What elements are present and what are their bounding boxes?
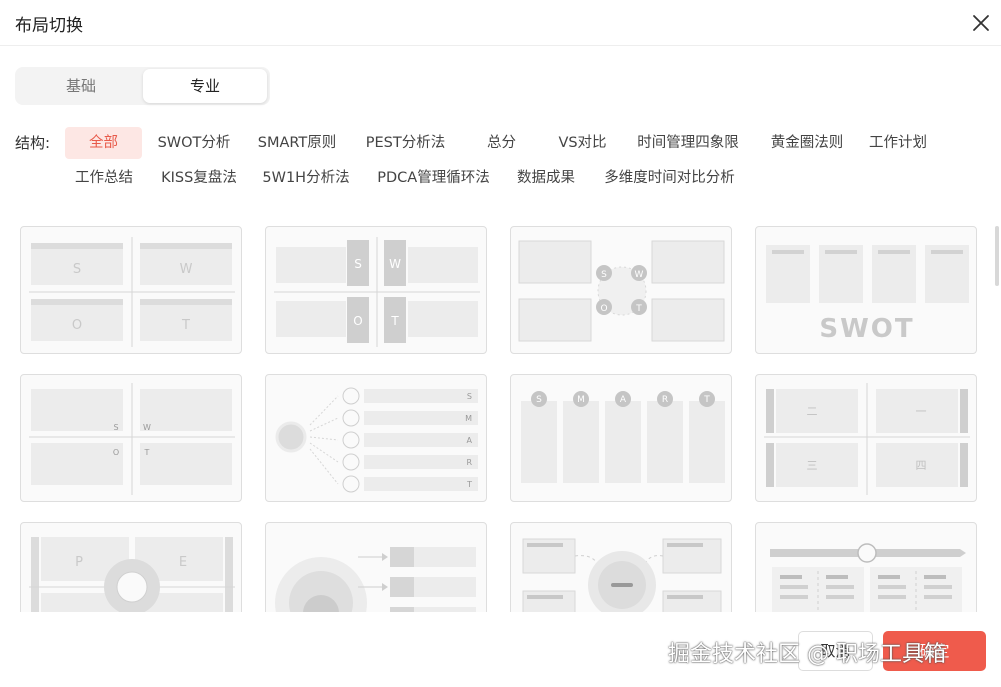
filter-chip[interactable]: VS对比 [545, 127, 620, 159]
filter-chip[interactable]: 数据成果 [507, 162, 585, 194]
filter-chip[interactable]: SWOT分析 [150, 127, 238, 159]
smart-letter-label: A [620, 395, 627, 405]
swot-s-label: S [354, 257, 362, 271]
layout-grid: S W O T S W O T S W O T SWOT S W O T S M… [0, 212, 992, 612]
smart-letter-label: T [703, 395, 710, 405]
filter-chip[interactable]: 工作总结 [65, 162, 143, 194]
layout-card-swot-grid[interactable]: S W O T [20, 226, 242, 354]
swot-t-label: T [181, 318, 190, 333]
filter-chip[interactable]: 工作计划 [862, 127, 934, 159]
layout-card-pest[interactable]: P E [20, 522, 242, 612]
smart-letter-label: S [467, 392, 472, 401]
swot-w-label: W [389, 257, 401, 271]
filter-chip[interactable]: 总分 [474, 127, 529, 159]
smart-letter-label: A [467, 436, 473, 445]
swot-w-label: W [635, 270, 644, 280]
filter-chip[interactable]: 时间管理四象限 [627, 127, 749, 159]
smart-letter-label: R [466, 458, 472, 467]
layout-card-smart-columns[interactable]: SMART [510, 374, 732, 502]
grid-scrollbar[interactable] [995, 226, 999, 286]
layout-card-swot-word[interactable]: SWOT [755, 226, 977, 354]
smart-letter-label: T [466, 480, 472, 489]
smart-letter-label: M [577, 395, 585, 405]
swot-w-label: W [180, 262, 193, 277]
quadrant-label-2: 二 [807, 405, 818, 418]
layout-card-timeline[interactable] [755, 522, 977, 612]
smart-letter-label: M [465, 414, 472, 423]
layout-switch-dialog: 布局切换 基础 专业 结构: 全部 SWOT分析 SMART原则 PEST分析法 总分 V… [0, 0, 1001, 687]
layout-card-swot-circle[interactable]: S W O T [510, 226, 732, 354]
tab-professional[interactable]: 专业 [143, 69, 267, 103]
quadrant-label-3: 三 [807, 459, 818, 472]
pest-p-label: P [75, 555, 83, 570]
pest-e-label: E [179, 555, 187, 570]
watermark: 掘金技术社区 @ 职场工具箱 [668, 642, 946, 667]
structure-label: 结构: [15, 134, 51, 152]
layout-card-smart-list[interactable]: S M A R T [265, 374, 487, 502]
layout-card-total-split[interactable] [265, 522, 487, 612]
filter-chip[interactable]: KISS复盘法 [150, 162, 248, 194]
layout-card-swot-small[interactable]: S W O T [20, 374, 242, 502]
swot-s-label: S [113, 423, 118, 432]
filter-chip[interactable]: 多维度时间对比分析 [596, 162, 743, 194]
filter-chip[interactable]: 黄金圈法则 [758, 127, 856, 159]
smart-letter-label: S [536, 395, 542, 405]
swot-word-label: SWOT [819, 314, 914, 344]
filter-chip[interactable]: PDCA管理循环法 [367, 162, 500, 194]
filter-chip[interactable]: 5W1H分析法 [255, 162, 357, 194]
close-icon[interactable] [968, 10, 994, 36]
swot-o-label: O [113, 448, 119, 457]
swot-o-label: O [600, 304, 607, 314]
filter-chip[interactable]: 全部 [65, 127, 142, 159]
filter-chip[interactable]: SMART原则 [247, 127, 347, 159]
quadrant-label-1: 一 [916, 405, 927, 418]
smart-letter-label: R [662, 395, 668, 405]
tab-basic[interactable]: 基础 [19, 69, 143, 103]
layout-card-swot-center[interactable]: S W O T [265, 226, 487, 354]
dialog-title: 布局切换 [15, 16, 83, 36]
swot-s-label: S [601, 270, 607, 280]
layout-card-hub[interactable] [510, 522, 732, 612]
quadrant-label-4: 四 [916, 459, 927, 472]
filter-chip[interactable]: PEST分析法 [354, 127, 457, 159]
swot-t-label: T [635, 304, 642, 314]
swot-t-label: T [390, 314, 399, 328]
tab-switcher: 基础 专业 [15, 67, 270, 105]
swot-t-label: T [144, 448, 150, 457]
dialog-header: 布局切换 [0, 0, 1001, 46]
swot-o-label: O [353, 314, 362, 328]
swot-s-label: S [73, 262, 81, 277]
swot-w-label: W [143, 423, 151, 432]
swot-o-label: O [72, 318, 82, 333]
layout-card-quadrant-numbers[interactable]: 二 一 三 四 [755, 374, 977, 502]
